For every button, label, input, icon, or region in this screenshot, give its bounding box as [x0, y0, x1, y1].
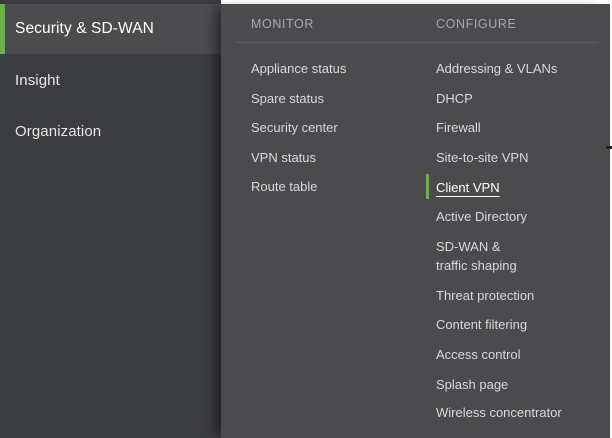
menu-link-sd-wan-traffic-shaping[interactable]: SD-WAN & traffic shaping	[436, 237, 517, 275]
edge-mark	[606, 146, 612, 149]
menu-link-wireless-concentrator[interactable]: Wireless concentrator	[436, 403, 562, 422]
flyout-menu: MONITOR CONFIGURE Appliance status Spare…	[221, 4, 610, 438]
menu-link-appliance-status[interactable]: Appliance status	[251, 59, 346, 78]
menu-link-dhcp[interactable]: DHCP	[436, 89, 473, 108]
menu-link-client-vpn[interactable]: Client VPN	[436, 178, 500, 197]
heading-divider	[236, 42, 598, 43]
menu-link-route-table[interactable]: Route table	[251, 177, 318, 196]
monitor-heading: MONITOR	[251, 17, 314, 31]
sidebar-item-organization[interactable]: Organization	[0, 106, 221, 156]
app-frame: Security & SD-WAN Insight Organization M…	[0, 0, 612, 438]
active-indicator	[0, 4, 5, 54]
sidebar-item-label: Security & SD-WAN	[15, 20, 154, 37]
sidebar-nav: Security & SD-WAN Insight Organization	[0, 0, 221, 438]
menu-link-line: traffic shaping	[436, 258, 517, 273]
configure-heading: CONFIGURE	[436, 17, 517, 31]
sidebar-item-label: Organization	[15, 122, 102, 140]
menu-link-content-filtering[interactable]: Content filtering	[436, 315, 527, 334]
menu-link-splash-page[interactable]: Splash page	[436, 375, 508, 394]
menu-link-threat-protection[interactable]: Threat protection	[436, 286, 534, 305]
sidebar-item-security-sd-wan[interactable]: Security & SD-WAN	[0, 4, 221, 54]
menu-link-addressing-vlans[interactable]: Addressing & VLANs	[436, 59, 557, 78]
menu-link-security-center[interactable]: Security center	[251, 118, 338, 137]
menu-link-firewall[interactable]: Firewall	[436, 118, 481, 137]
sidebar-item-insight[interactable]: Insight	[0, 55, 221, 105]
menu-link-line: SD-WAN &	[436, 239, 501, 254]
menu-link-vpn-status[interactable]: VPN status	[251, 148, 316, 167]
menu-link-spare-status[interactable]: Spare status	[251, 89, 324, 108]
selected-indicator	[426, 174, 429, 199]
sidebar-item-label: Insight	[15, 71, 60, 89]
menu-link-access-control[interactable]: Access control	[436, 345, 521, 364]
menu-link-active-directory[interactable]: Active Directory	[436, 207, 527, 226]
menu-link-site-to-site-vpn[interactable]: Site-to-site VPN	[436, 148, 528, 167]
